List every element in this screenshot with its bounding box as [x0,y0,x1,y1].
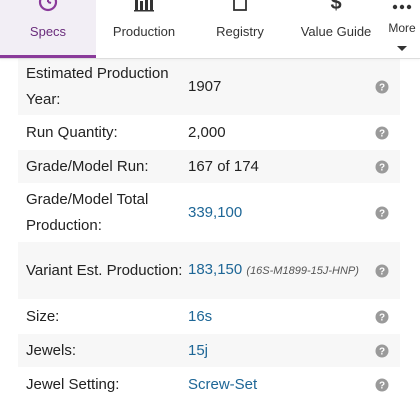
svg-text:?: ? [379,266,385,277]
dollar-icon: $ [324,0,348,19]
help-icon[interactable]: ? [374,264,390,278]
spec-label: Variant Est. Production: [26,261,183,279]
spec-row-estimated-production-year: Estimated Production Year: 1907 ? [18,58,400,116]
svg-text:?: ? [379,208,385,219]
clock-icon [36,0,60,19]
svg-text:?: ? [379,128,385,139]
spec-label: Size: [26,307,60,325]
svg-text:$: $ [330,0,341,14]
help-icon[interactable]: ? [374,344,390,358]
bar-chart-icon [132,0,156,19]
help-icon[interactable]: ? [374,310,390,324]
tab-label: Value Guide [300,24,372,39]
tab-label: More [388,21,416,35]
spec-value: 2,000 [188,123,226,141]
tab-production[interactable]: Production [96,0,192,58]
tab-specs[interactable]: Specs [0,0,96,58]
spec-row-jewel-setting: Jewel Setting: Screw-Set ? [18,368,400,402]
spec-value-link[interactable]: 339,100 [188,202,374,224]
tab-more[interactable]: More [384,0,420,58]
more-dots-icon [391,0,413,16]
tab-value-guide[interactable]: $ Value Guide [288,0,384,58]
spec-value-link[interactable]: Screw-Set [188,374,374,396]
tab-label: Registry [216,24,264,39]
spec-label: Jewels: [26,341,77,359]
spec-row-run-quantity: Run Quantity: 2,000 ? [18,116,400,150]
spec-row-jewels: Jewels: 15j ? [18,334,400,368]
spec-label: Grade/Model Total Production: [26,190,149,234]
spec-value-link[interactable]: 16s [188,306,374,328]
spec-value-group: 183,150 (16S-M1899-15J-HNP) [188,259,374,282]
spec-row-grade-model-total-production: Grade/Model Total Production: 339,100 ? [18,184,400,242]
spec-value-link[interactable]: 183,150 [188,261,242,278]
help-icon[interactable]: ? [374,378,390,392]
spec-label: Estimated Production Year: [26,64,169,108]
svg-text:?: ? [379,312,385,323]
tab-registry[interactable]: Registry [192,0,288,58]
spec-value: 167 of 174 [188,157,259,175]
spec-row-grade-model-run: Grade/Model Run: 167 of 174 ? [18,150,400,184]
spec-value-link[interactable]: 15j [188,340,374,362]
help-icon[interactable]: ? [374,80,390,94]
spec-label: Jewel Setting: [26,375,120,393]
svg-text:?: ? [379,346,385,357]
variant-code-note: (16S-M1899-15J-HNP) [246,265,359,277]
svg-text:?: ? [379,82,385,93]
spec-label: Grade/Model Run: [26,157,149,175]
spec-row-size: Size: 16s ? [18,300,400,334]
help-icon[interactable]: ? [374,126,390,140]
tab-label: Specs [29,24,67,39]
spec-row-variant-est-production: Variant Est. Production: 183,150 (16S-M1… [18,242,400,300]
help-icon[interactable]: ? [374,160,390,174]
spec-label: Run Quantity: [26,123,118,141]
svg-text:?: ? [379,162,385,173]
document-icon [228,0,252,19]
specs-table: Estimated Production Year: 1907 ? Run Qu… [18,58,400,402]
spec-value: 1907 [188,77,222,95]
tab-label: Production [112,24,176,39]
tab-bar: Specs Production Registry $ Value Guide … [0,0,420,59]
help-icon[interactable]: ? [374,206,390,220]
chevron-down-icon [396,40,408,58]
svg-text:?: ? [379,380,385,391]
